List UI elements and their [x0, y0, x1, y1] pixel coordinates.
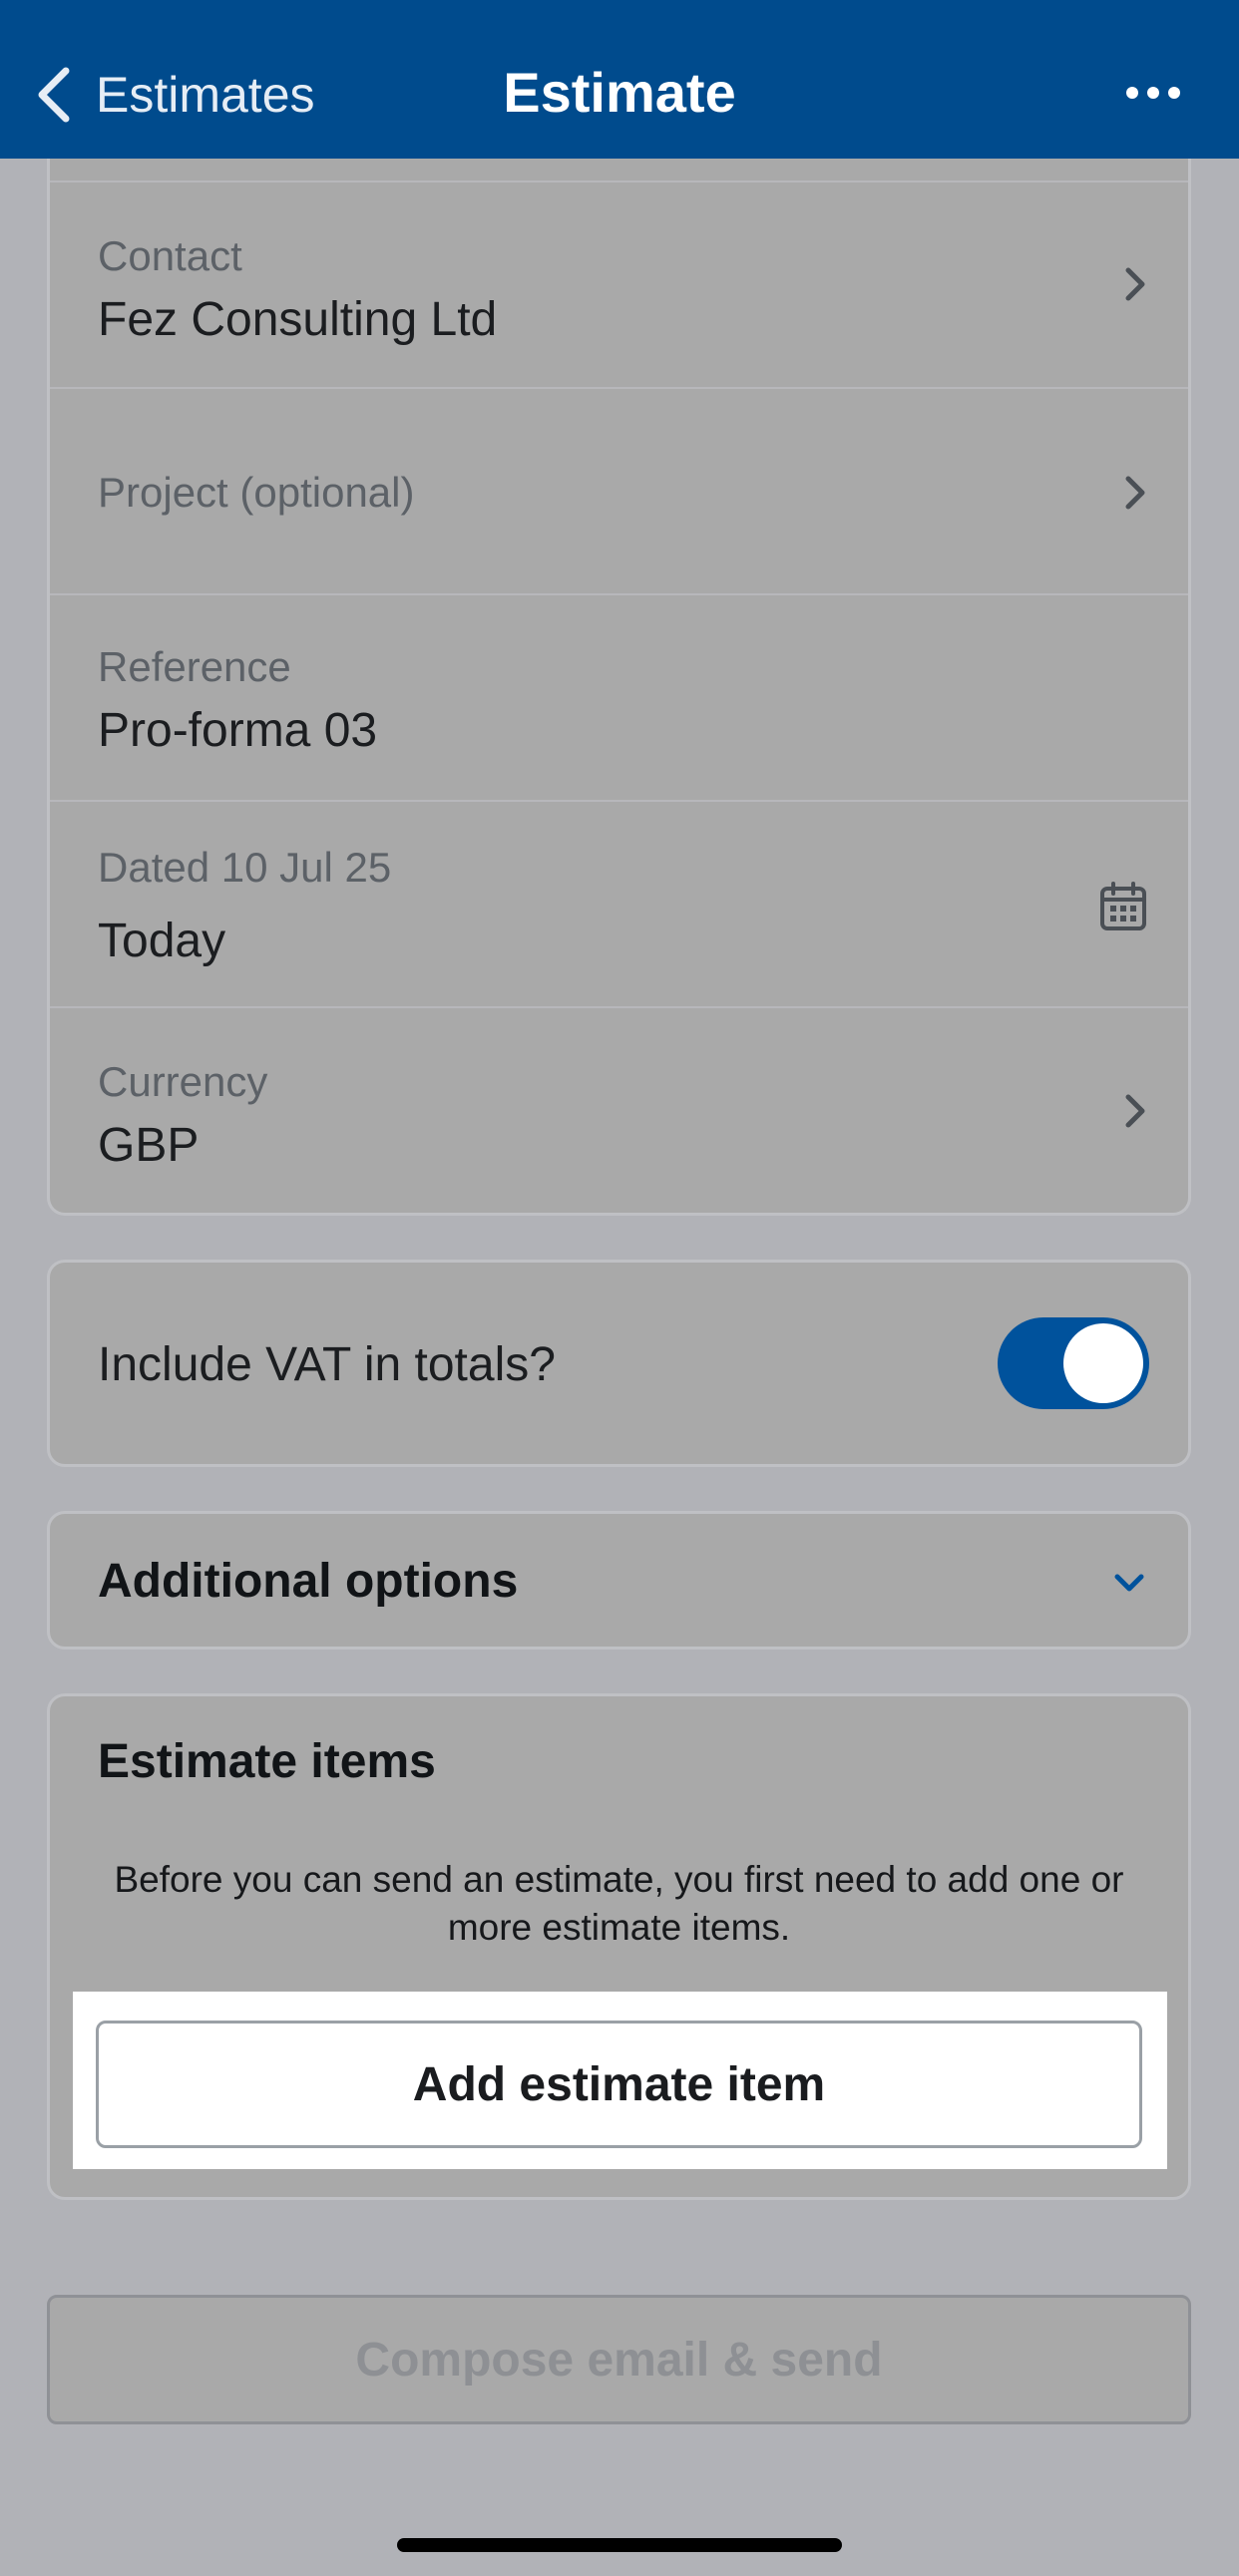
project-row[interactable]: Project (optional)	[50, 389, 1188, 595]
contact-row[interactable]: Contact Fez Consulting Ltd	[50, 183, 1188, 389]
contact-label: Contact	[98, 232, 242, 279]
page-title: Estimate	[503, 61, 736, 124]
calendar-icon[interactable]	[1099, 882, 1147, 931]
chevron-right-icon	[1125, 1094, 1145, 1128]
top-divider-row	[50, 159, 1188, 183]
chevron-down-icon	[1114, 1574, 1144, 1592]
add-estimate-item-button[interactable]: Add estimate item	[96, 2021, 1142, 2148]
ellipsis-icon[interactable]	[1123, 78, 1183, 108]
project-label: Project (optional)	[98, 469, 415, 516]
currency-label: Currency	[98, 1058, 268, 1105]
vat-card: Include VAT in totals?	[47, 1260, 1191, 1467]
vat-toggle[interactable]	[998, 1317, 1149, 1409]
estimate-items-message: Before you can send an estimate, you fir…	[114, 1859, 1124, 1948]
reference-label: Reference	[98, 643, 291, 690]
reference-row[interactable]: Reference Pro-forma 03	[50, 595, 1188, 802]
additional-options-card[interactable]: Additional options	[47, 1511, 1191, 1650]
dated-label: Dated 10 Jul 25	[98, 844, 392, 891]
dated-value: Today	[98, 915, 226, 967]
home-indicator[interactable]	[397, 2538, 842, 2552]
estimate-details-card: Contact Fez Consulting Ltd Project (opti…	[47, 159, 1191, 1216]
additional-options-label: Additional options	[98, 1555, 519, 1608]
vat-label: Include VAT in totals?	[98, 1338, 556, 1391]
toggle-knob	[1063, 1323, 1143, 1403]
chevron-right-icon	[1125, 476, 1145, 510]
estimate-items-heading: Estimate items	[98, 1735, 436, 1788]
currency-value: GBP	[98, 1119, 200, 1172]
dated-row[interactable]: Dated 10 Jul 25 Today	[50, 802, 1188, 1008]
nav-bar: Estimates Estimate	[0, 0, 1239, 159]
currency-row[interactable]: Currency GBP	[50, 1008, 1188, 1210]
reference-value: Pro-forma 03	[98, 704, 378, 757]
compose-email-send-button[interactable]: Compose email & send	[47, 2295, 1191, 2424]
contact-value: Fez Consulting Ltd	[98, 293, 498, 346]
chevron-right-icon	[1125, 267, 1145, 301]
